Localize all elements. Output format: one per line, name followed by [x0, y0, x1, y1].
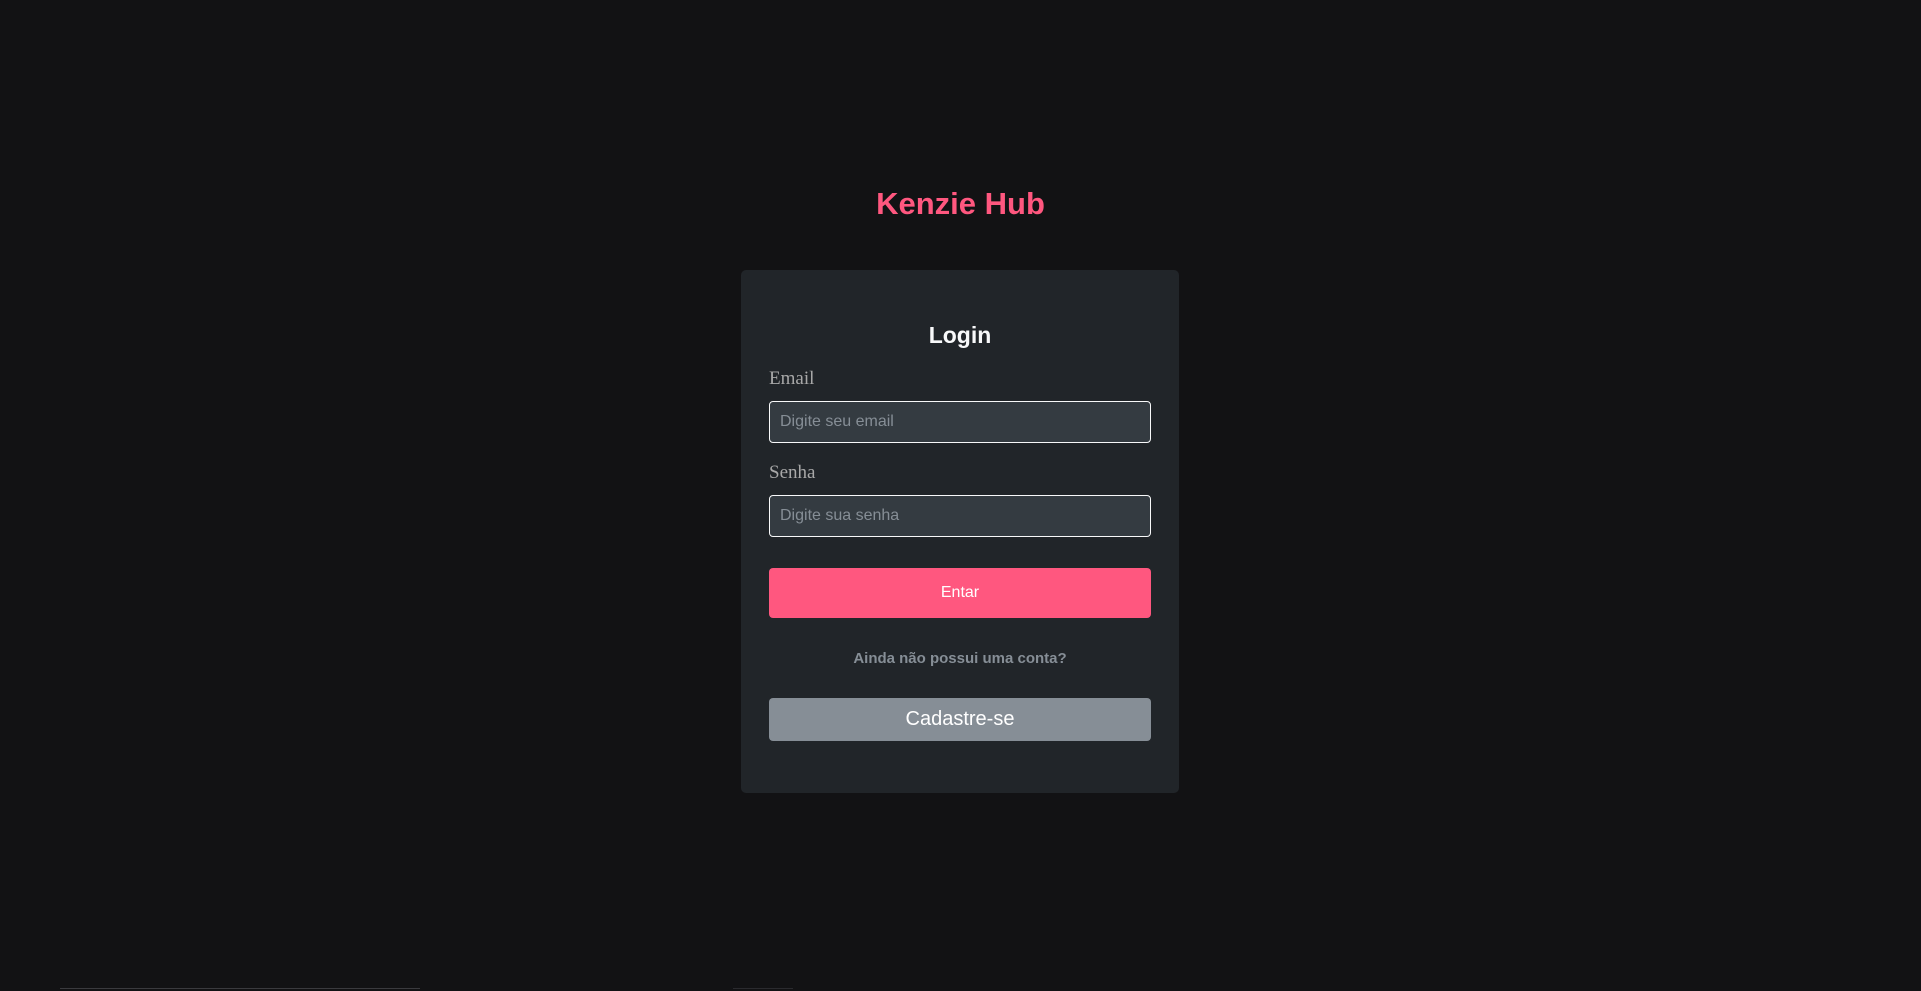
- password-label: Senha: [769, 462, 816, 483]
- login-card: Login Email Senha Entar Ainda não possui…: [741, 270, 1179, 793]
- bottom-divider-small: [733, 988, 793, 989]
- password-input[interactable]: [769, 495, 1151, 537]
- login-title: Login: [928, 322, 992, 348]
- email-input[interactable]: [769, 401, 1151, 443]
- login-button[interactable]: Entar: [769, 568, 1151, 618]
- signup-hint: Ainda não possui uma conta?: [853, 650, 1067, 667]
- login-page: Kenzie Hub Login Email Senha Entar Ainda…: [0, 0, 1921, 991]
- bottom-divider: [60, 988, 420, 989]
- brand-title: Kenzie Hub: [876, 186, 1045, 221]
- signup-button[interactable]: Cadastre-se: [769, 698, 1151, 741]
- email-label: Email: [769, 368, 815, 389]
